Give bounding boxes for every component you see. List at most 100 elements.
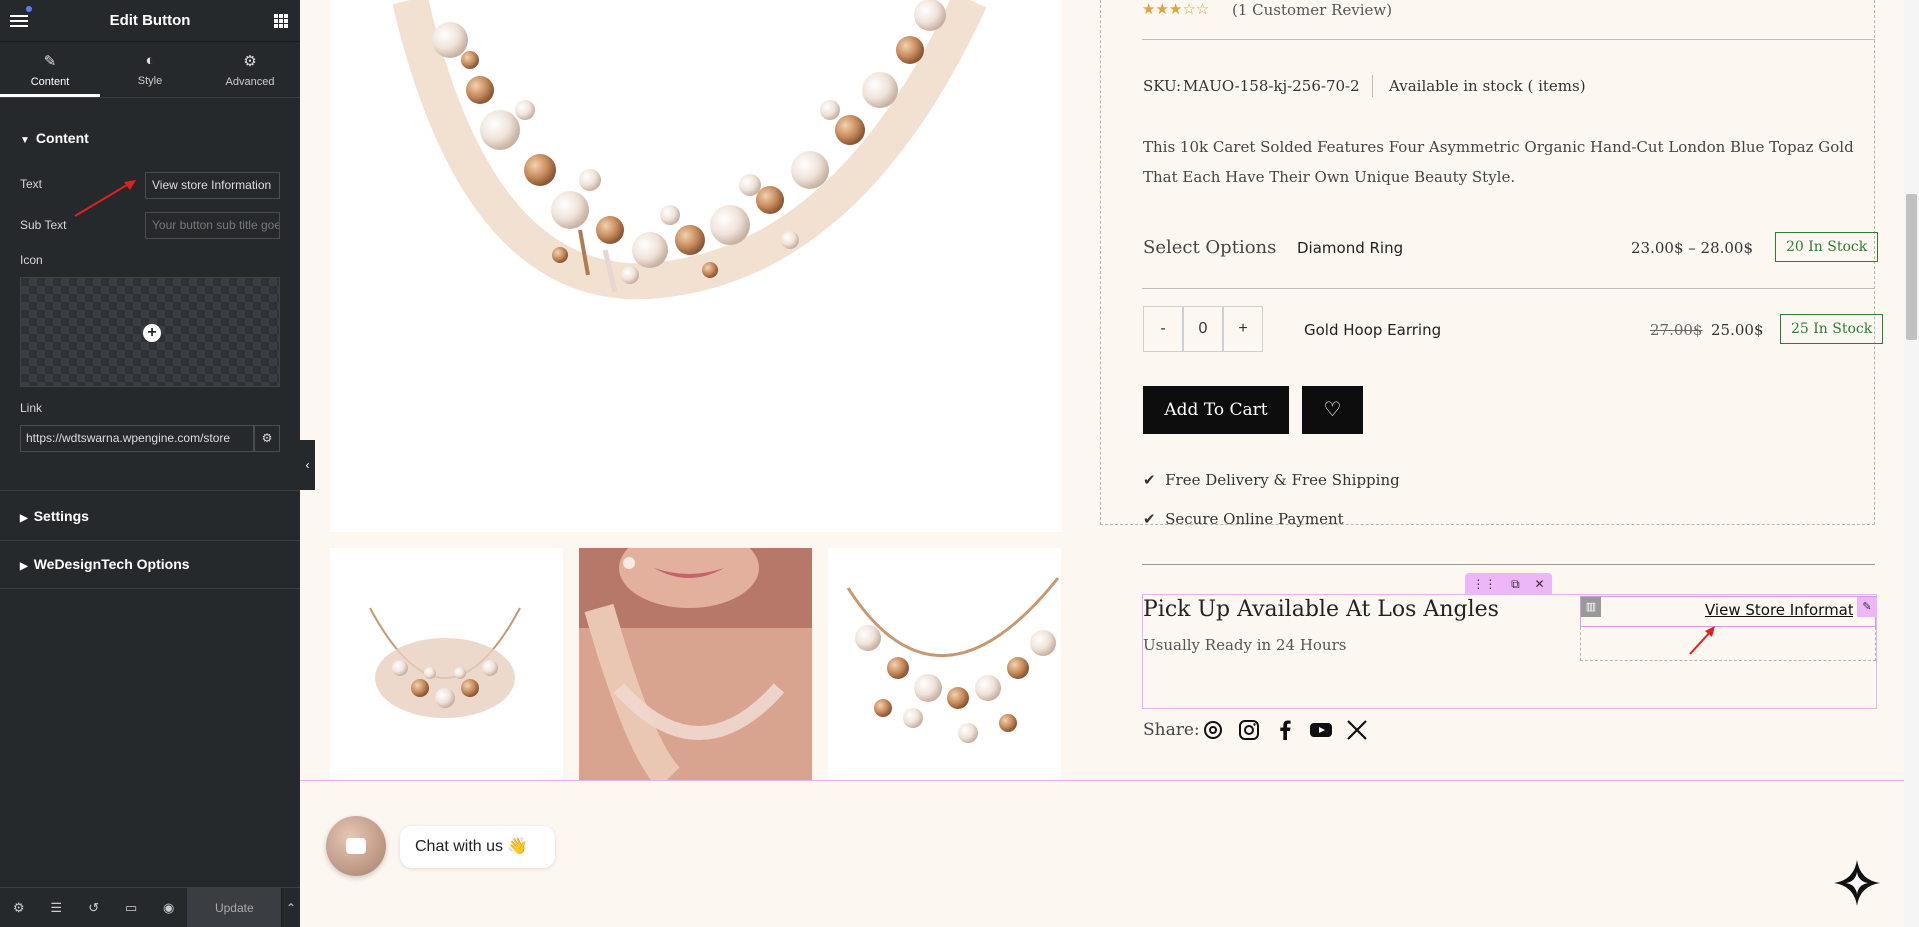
responsive-icon[interactable]: ▭ <box>112 900 149 916</box>
column-handle-icon[interactable]: ▥ <box>1581 597 1601 617</box>
availability-text: Available in stock ( items) <box>1389 77 1586 95</box>
review-count-link[interactable]: (1 Customer Review) <box>1232 1 1392 19</box>
instagram-icon[interactable] <box>1237 718 1261 742</box>
gear-icon: ⚙ <box>243 52 257 70</box>
tab-style[interactable]: ◐ Style <box>100 42 200 97</box>
subtext-label: Sub Text <box>20 218 67 232</box>
link-options-gear-icon[interactable]: ⚙ <box>254 425 280 452</box>
history-icon[interactable]: ↺ <box>75 900 112 916</box>
ai-sparkle-icon[interactable] <box>1832 858 1882 908</box>
wedesigntech-section-label: WeDesignTech Options <box>33 556 190 572</box>
editor-footer: ⚙ ☰ ↺ ▭ ◉ Update ⌃ <box>0 887 300 927</box>
view-store-button[interactable]: View Store Information <box>1705 601 1853 619</box>
option-price: 23.00$ – 28.00$ <box>1631 239 1754 257</box>
preview-eye-icon[interactable]: ◉ <box>150 900 187 916</box>
tab-content-label: Content <box>30 75 70 88</box>
link-input[interactable]: https://wdtswarna.wpengine.com/store <box>20 425 254 452</box>
content-section-header[interactable]: ▼ Content <box>20 130 89 146</box>
sku-value: MAUO-158-kj-256-70-2 <box>1183 77 1360 95</box>
stock-badge: 25 In Stock <box>1780 314 1884 344</box>
duplicate-icon[interactable]: ⧉ <box>1511 577 1520 592</box>
divider <box>1142 564 1875 565</box>
settings-gear-icon[interactable]: ⚙ <box>0 900 37 916</box>
product-main-image[interactable] <box>330 0 1062 532</box>
tab-content[interactable]: ✎ Content <box>0 42 100 97</box>
pickup-subtitle: Usually Ready in 24 Hours <box>1143 636 1347 654</box>
option-old-price: 27.00$ <box>1650 321 1703 339</box>
thumbnail-3[interactable] <box>828 548 1061 780</box>
section-toolbar: ⋮⋮ ⧉ ✕ <box>1465 573 1552 595</box>
check-icon: ✔ <box>1143 471 1156 489</box>
necklace-thumb-image <box>369 607 521 718</box>
option-name: Gold Hoop Earring <box>1304 321 1442 339</box>
wedesigntech-section-header[interactable]: ▶ WeDesignTech Options <box>20 556 190 572</box>
widgets-grid-icon[interactable] <box>274 14 288 28</box>
sku-label: SKU: <box>1143 77 1182 95</box>
text-input[interactable]: View store Information <box>145 172 280 199</box>
necklace-closeup-thumb-image <box>846 577 1060 743</box>
check-icon: ✔ <box>1143 510 1156 528</box>
edit-pencil-icon[interactable]: ✎ <box>1857 597 1877 617</box>
feature-label: Secure Online Payment <box>1165 510 1344 528</box>
necklace-image <box>392 0 987 300</box>
scrollbar-track[interactable] <box>1904 0 1919 927</box>
tab-advanced-label: Advanced <box>225 75 275 88</box>
settings-section-label: Settings <box>33 508 89 524</box>
settings-section-header[interactable]: ▶ Settings <box>20 508 89 524</box>
text-label: Text <box>20 177 43 191</box>
pencil-icon: ✎ <box>43 52 57 70</box>
annotation-arrow <box>1689 626 1715 655</box>
qty-minus-button[interactable]: - <box>1143 306 1183 352</box>
chat-launcher[interactable] <box>326 816 386 876</box>
editor-title: Edit Button <box>109 12 191 29</box>
add-icon[interactable]: + <box>143 324 161 342</box>
editor-header: Edit Button <box>0 0 300 42</box>
close-icon[interactable]: ✕ <box>1535 577 1545 591</box>
product-description: This 10k Caret Solded Features Four Asym… <box>1143 138 1854 186</box>
thumbnail-2[interactable] <box>579 548 812 780</box>
divider <box>1372 75 1373 97</box>
editor-panel: Edit Button ✎ Content ◐ Style ⚙ Advanced… <box>0 0 300 927</box>
icon-label: Icon <box>20 253 43 267</box>
chevron-up-icon[interactable]: ⌃ <box>281 887 300 927</box>
divider <box>1142 39 1875 40</box>
add-to-cart-button[interactable]: Add To Cart <box>1143 386 1289 434</box>
drag-handle-icon[interactable]: ⋮⋮ <box>1472 577 1496 591</box>
tab-advanced[interactable]: ⚙ Advanced <box>200 42 300 97</box>
thumbnail-1[interactable] <box>330 548 563 780</box>
divider <box>0 588 300 589</box>
annotation-arrow <box>74 180 136 217</box>
divider <box>1142 288 1875 289</box>
tab-style-label: Style <box>137 75 163 87</box>
x-icon[interactable] <box>1345 718 1369 742</box>
wishlist-heart-icon[interactable]: ♡ <box>1302 386 1363 434</box>
page-canvas: ★★★☆☆ (1 Customer Review) SKU: MAUO-158-… <box>300 0 1904 927</box>
star-rating-icon: ★★★☆☆ <box>1142 0 1210 18</box>
subtext-input[interactable]: Your button sub title goes here <box>145 212 280 239</box>
section-border <box>300 780 1904 781</box>
option-price: 25.00$ <box>1711 321 1764 339</box>
update-button[interactable]: Update <box>187 887 282 927</box>
qty-input[interactable]: 0 <box>1183 306 1223 352</box>
caret-right-icon: ▶ <box>20 513 28 524</box>
youtube-icon[interactable] <box>1309 718 1333 742</box>
content-section-label: Content <box>35 130 89 146</box>
link-label: Link <box>20 401 43 415</box>
half-circle-icon: ◐ <box>145 52 155 69</box>
model-thumb-image <box>579 548 812 780</box>
facebook-icon[interactable] <box>1273 718 1297 742</box>
feature-item: ✔ Secure Online Payment <box>1143 510 1344 528</box>
icon-picker[interactable]: + <box>20 277 280 387</box>
caret-down-icon: ▼ <box>20 135 30 146</box>
qty-plus-button[interactable]: + <box>1223 306 1263 352</box>
chat-with-us-label[interactable]: Chat with us 👋 <box>400 826 555 868</box>
divider <box>0 540 300 541</box>
scrollbar-thumb[interactable] <box>1906 194 1917 340</box>
store-button-widget-area <box>1580 627 1876 661</box>
layers-icon[interactable]: ☰ <box>37 900 74 916</box>
pickup-title: Pick Up Available At Los Angles <box>1143 597 1499 622</box>
stock-badge: 20 In Stock <box>1775 232 1879 262</box>
caret-right-icon: ▶ <box>20 561 28 572</box>
select-options-label: Select Options <box>1143 237 1277 258</box>
threads-icon[interactable] <box>1201 718 1225 742</box>
